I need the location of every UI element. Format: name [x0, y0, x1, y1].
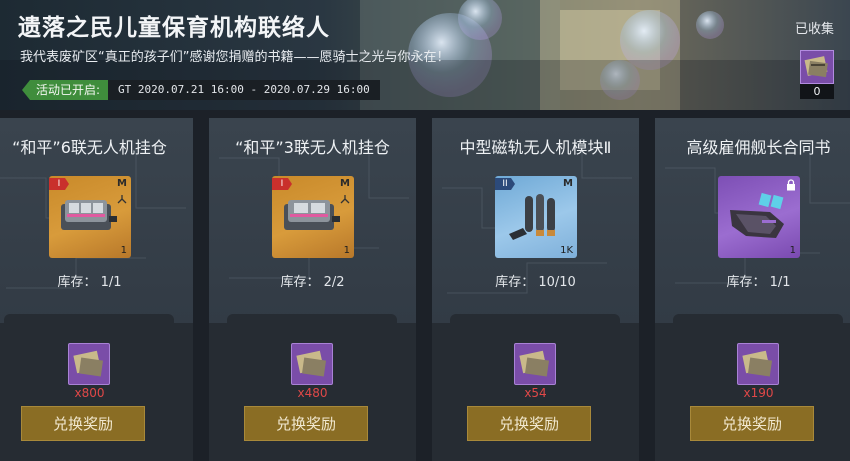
reward-name: 高级雇佣舰长合同书 [686, 138, 831, 157]
item-quantity: 1 [789, 245, 796, 256]
reward-card: “和平”3联无人机挂仓 I M 1 库存： 2/2 x480 兑换奖励 [209, 118, 416, 461]
event-banner: 遗落之民儿童保育机构联络人 我代表废矿区“真正的孩子们”感谢您捐赠的书籍——愿骑… [0, 0, 850, 110]
size-class: M [340, 178, 350, 189]
book-token-icon [737, 343, 779, 385]
item-quantity: 1 [343, 245, 350, 256]
size-class: M [117, 178, 127, 189]
event-period: 活动已开启: GT 2020.07.21 16:00 - 2020.07.29 … [22, 80, 380, 100]
stock-count: 库存： 1/1 [726, 275, 791, 290]
reward-item-slot[interactable]: II M 1K [495, 176, 577, 258]
tier-badge: I [49, 178, 69, 190]
reward-item-slot[interactable]: I M 1 [272, 176, 354, 258]
reward-name: “和平”3联无人机挂仓 [235, 138, 390, 157]
reward-item-slot[interactable]: I M 1 [49, 176, 131, 258]
drone-pod-icon [284, 200, 340, 230]
page-title: 遗落之民儿童保育机构联络人 [18, 15, 330, 41]
tier-badge: II [495, 178, 515, 190]
item-quantity: 1K [560, 245, 573, 256]
book-token-icon [291, 343, 333, 385]
redeem-button[interactable]: 兑换奖励 [244, 406, 368, 441]
reward-card: “和平”6联无人机挂仓 I M 1 库存： 1/1 x800 兑换奖励 [0, 118, 193, 461]
collected-count: 0 [800, 84, 834, 99]
cost-amount: x54 [524, 386, 547, 400]
book-token-icon [800, 50, 834, 84]
contract-device-icon [730, 192, 784, 238]
railgun-ammo-icon [509, 194, 555, 240]
cost-amount: x190 [743, 386, 774, 400]
tier-badge: I [272, 178, 292, 190]
reward-card: 中型磁轨无人机模块Ⅱ II M 1K 库存： 10/10 x54 兑换奖励 [432, 118, 639, 461]
drone-pod-icon [61, 200, 117, 230]
reward-name: 中型磁轨无人机模块Ⅱ [459, 138, 612, 157]
redeem-button[interactable]: 兑换奖励 [690, 406, 814, 441]
reward-card: 高级雇佣舰长合同书 1 库存： 1/1 x190 兑换奖励 [655, 118, 850, 461]
book-token-icon [514, 343, 556, 385]
stock-count: 库存： 1/1 [57, 275, 122, 290]
collected-label: 已收集 [794, 22, 834, 37]
size-class: M [563, 178, 573, 189]
reward-name: “和平”6联无人机挂仓 [12, 138, 167, 157]
item-quantity: 1 [120, 245, 127, 256]
reward-list: “和平”6联无人机挂仓 I M 1 库存： 1/1 x800 兑换奖励 “和平”… [0, 118, 850, 461]
book-token-icon [68, 343, 110, 385]
reward-item-slot[interactable]: 1 [718, 176, 800, 258]
stock-count: 库存： 2/2 [280, 275, 345, 290]
cost-amount: x800 [74, 386, 105, 400]
redeem-button[interactable]: 兑换奖励 [467, 406, 591, 441]
redeem-button[interactable]: 兑换奖励 [21, 406, 145, 441]
event-status-label: 活动已开启: [22, 80, 109, 100]
event-time-range: GT 2020.07.21 16:00 - 2020.07.29 16:00 [108, 80, 380, 100]
page-subtitle: 我代表废矿区“真正的孩子们”感谢您捐赠的书籍——愿骑士之光与你永在！ [20, 50, 450, 65]
stock-count: 库存： 10/10 [495, 275, 576, 290]
cost-amount: x480 [297, 386, 328, 400]
